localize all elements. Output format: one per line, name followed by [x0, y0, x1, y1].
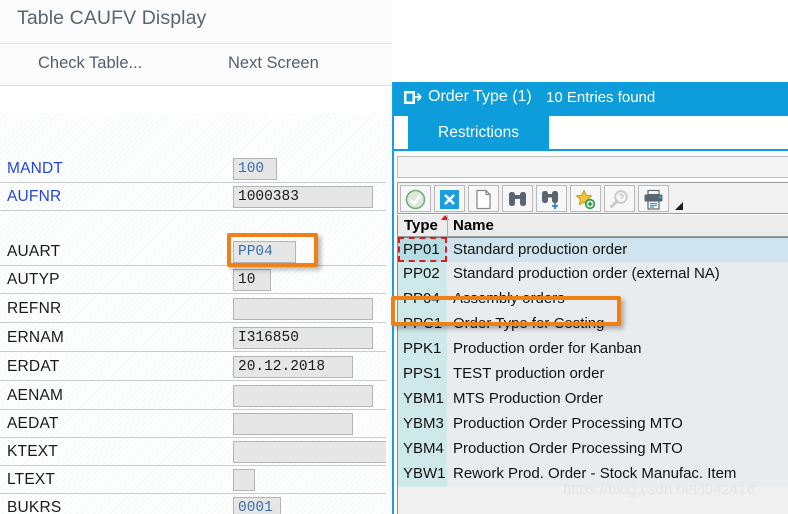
- main-screen-panel: Table CAUFV Display Check Table... Next …: [0, 0, 392, 514]
- table-empty-area: [398, 487, 788, 514]
- field-input-aufnr[interactable]: 1000383: [233, 186, 373, 208]
- restriction-input[interactable]: [397, 156, 788, 178]
- column-header-name[interactable]: Name: [453, 217, 494, 234]
- dialog-entries-count: 10 Entries found: [546, 89, 656, 106]
- field-separator: [0, 351, 392, 352]
- cell-name[interactable]: MTS Production Order: [447, 387, 788, 412]
- cell-name[interactable]: Production Order Processing MTO: [447, 437, 788, 462]
- cancel-x-icon-button[interactable]: [434, 185, 465, 212]
- cell-type[interactable]: YBM3: [398, 412, 447, 437]
- menu-item-next-screen[interactable]: Next Screen: [228, 54, 319, 73]
- cell-name[interactable]: Standard production order (external NA): [447, 262, 788, 287]
- field-input-ktext[interactable]: [233, 441, 389, 463]
- field-label-ernam: ERNAM: [7, 329, 64, 346]
- field-row-mandt: MANDT 100: [0, 155, 392, 183]
- field-input-ltext[interactable]: [233, 469, 255, 491]
- field-label-bukrs: BUKRS: [7, 499, 62, 514]
- dialog-title: Order Type (1): [428, 88, 532, 105]
- cell-name[interactable]: Standard production order: [447, 238, 788, 263]
- field-label-autyp: AUTYP: [7, 271, 60, 288]
- column-header-type[interactable]: Type: [404, 217, 438, 234]
- tab-restrictions[interactable]: Restrictions: [408, 116, 549, 149]
- field-row-bukrs: BUKRS 0001: [0, 494, 392, 514]
- cell-type[interactable]: YBW1: [398, 462, 447, 487]
- cell-type[interactable]: YBM1: [398, 387, 447, 412]
- help-magnifier-icon-button[interactable]: [604, 185, 635, 212]
- field-label-auart: AUART: [7, 243, 61, 260]
- cell-name[interactable]: Rework Prod. Order - Stock Manufac. Item: [447, 462, 788, 487]
- printer-dropdown-arrow-icon[interactable]: [675, 202, 683, 210]
- cell-name[interactable]: TEST production order: [447, 362, 788, 387]
- dialog-title-bar: Order Type (1) 10 Entries found: [394, 82, 788, 116]
- field-separator: [0, 322, 392, 323]
- star-plus-icon-button[interactable]: [570, 185, 601, 212]
- table-header-row: Type Name: [398, 215, 788, 237]
- field-input-ernam[interactable]: I316850: [233, 327, 373, 349]
- field-separator: [0, 293, 392, 294]
- field-label-mandt: MANDT: [7, 160, 64, 177]
- field-input-bukrs[interactable]: 0001: [233, 497, 281, 514]
- new-document-icon-button[interactable]: [468, 185, 499, 212]
- cell-name[interactable]: Production Order Processing MTO: [447, 412, 788, 437]
- cell-name[interactable]: Production order for Kanban: [447, 337, 788, 362]
- binoculars-plus-icon-button[interactable]: [536, 185, 567, 212]
- table-row[interactable]: PP01 Standard production order: [398, 237, 788, 263]
- table-row[interactable]: YBW1 Rework Prod. Order - Stock Manufac. …: [398, 462, 788, 487]
- field-label-refnr: REFNR: [7, 300, 62, 317]
- field-separator: [0, 210, 392, 211]
- field-row-ernam: ERNAM I316850: [0, 324, 392, 352]
- check-icon-button[interactable]: [400, 185, 431, 212]
- field-label-aenam: AENAM: [7, 387, 64, 404]
- title-bar: Table CAUFV Display: [0, 0, 392, 44]
- field-label-ktext: KTEXT: [7, 443, 58, 460]
- field-label-ltext: LTEXT: [7, 471, 56, 488]
- field-row-aenam: AENAM: [0, 382, 392, 410]
- menu-bar: Check Table... Next Screen: [0, 44, 392, 86]
- field-input-aedat[interactable]: [233, 413, 353, 435]
- printer-icon-button[interactable]: [638, 185, 669, 212]
- cell-type[interactable]: PP01: [398, 238, 447, 263]
- column-divider[interactable]: [447, 215, 448, 237]
- cell-type[interactable]: PP02: [398, 262, 447, 287]
- page-title: Table CAUFV Display: [17, 7, 207, 29]
- table-row[interactable]: PPS1 TEST production order: [398, 362, 788, 387]
- table-row[interactable]: PP02 Standard production order (external …: [398, 262, 788, 287]
- field-row-refnr: REFNR: [0, 295, 392, 323]
- binoculars-icon-button[interactable]: [502, 185, 533, 212]
- field-row-ktext: KTEXT: [0, 438, 392, 466]
- annotation-box-pp04-row: [391, 296, 621, 326]
- table-row[interactable]: YBM1 MTS Production Order: [398, 387, 788, 412]
- table-row[interactable]: YBM3 Production Order Processing MTO: [398, 412, 788, 437]
- field-label-erdat: ERDAT: [7, 358, 60, 375]
- table-row[interactable]: YBM4 Production Order Processing MTO: [398, 437, 788, 462]
- cell-type[interactable]: PPS1: [398, 362, 447, 387]
- cell-type[interactable]: PPK1: [398, 337, 447, 362]
- field-input-aenam[interactable]: [233, 385, 373, 407]
- field-row-erdat: ERDAT 20.12.2018: [0, 353, 392, 381]
- cell-type[interactable]: YBM4: [398, 437, 447, 462]
- field-input-autyp[interactable]: 10: [233, 269, 271, 291]
- field-row-autyp: AUTYP 10: [0, 266, 392, 294]
- field-separator: [0, 380, 392, 381]
- field-label-aedat: AEDAT: [7, 415, 59, 432]
- table-row[interactable]: PPK1 Production order for Kanban: [398, 337, 788, 362]
- field-input-refnr[interactable]: [233, 298, 373, 320]
- menu-item-check-table[interactable]: Check Table...: [38, 54, 142, 73]
- field-row-ltext: LTEXT: [0, 466, 392, 494]
- form-spacer: [0, 86, 392, 113]
- dialog-tab-strip: Restrictions: [394, 116, 788, 151]
- field-row-aufnr: AUFNR 1000383: [0, 183, 392, 211]
- field-row-aedat: AEDAT: [0, 410, 392, 438]
- annotation-box-auart: [227, 233, 318, 267]
- sap-gui-screen: Table CAUFV Display Check Table... Next …: [0, 0, 788, 514]
- results-table: Type Name PP01 Standard production order P…: [397, 215, 788, 514]
- field-input-erdat[interactable]: 20.12.2018: [233, 356, 353, 378]
- field-input-mandt[interactable]: 100: [233, 158, 277, 180]
- field-row-auart: AUART PP04: [0, 238, 392, 266]
- selection-list-icon: [404, 90, 422, 106]
- dialog-toolbar: [397, 182, 788, 214]
- field-label-aufnr: AUFNR: [7, 188, 62, 205]
